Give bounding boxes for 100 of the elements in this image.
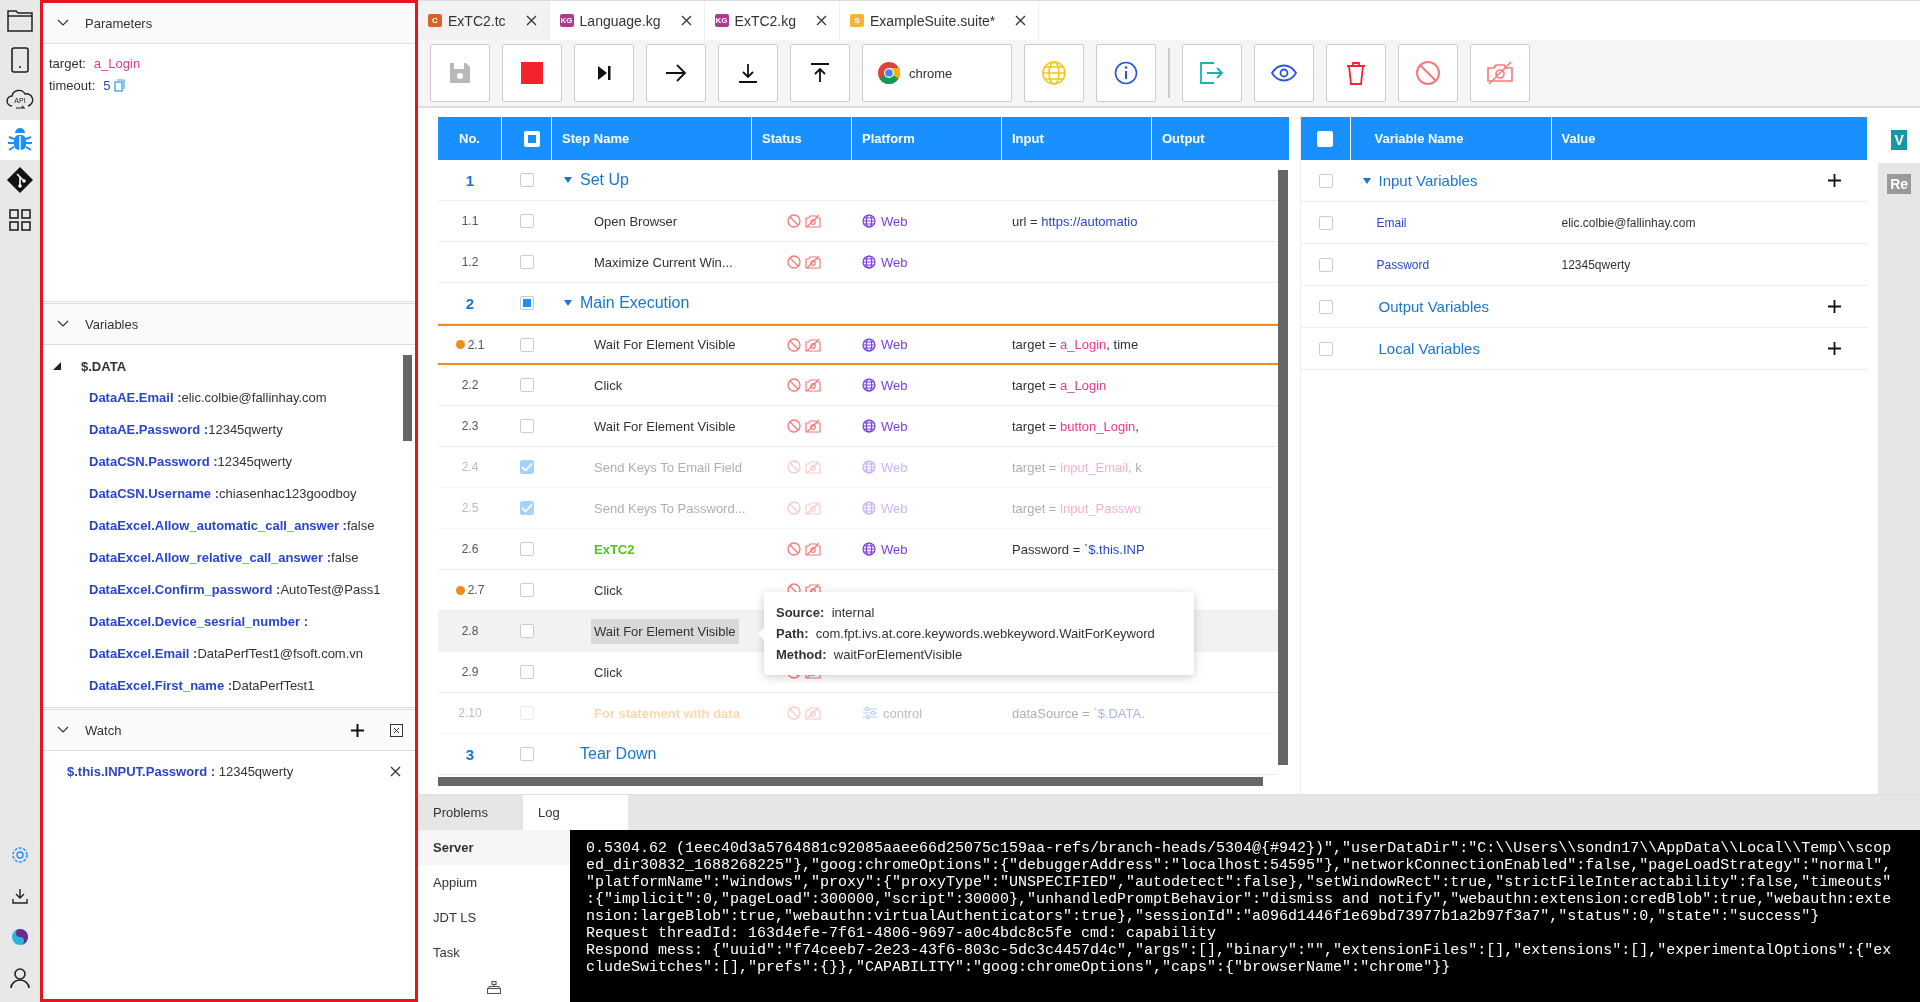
- folder-icon[interactable]: [7, 8, 33, 32]
- row-checkbox[interactable]: [520, 624, 534, 638]
- expanded-caret-icon[interactable]: [564, 300, 572, 306]
- git-icon[interactable]: [6, 166, 34, 194]
- chevron-down-icon[interactable]: [57, 726, 69, 734]
- ban-icon[interactable]: [787, 255, 801, 269]
- network-icon[interactable]: [487, 981, 501, 994]
- log-source-item[interactable]: Task: [418, 935, 570, 970]
- grid-icon[interactable]: [9, 209, 31, 231]
- breakpoint-dot[interactable]: [455, 340, 465, 349]
- step-name[interactable]: Click: [591, 372, 626, 398]
- step-name[interactable]: Wait For Element Visible: [591, 618, 739, 644]
- expanded-triangle-icon[interactable]: [53, 362, 61, 370]
- log-source-item[interactable]: Appium: [418, 865, 570, 900]
- chevron-down-icon[interactable]: [57, 19, 69, 27]
- add-icon[interactable]: [1828, 342, 1842, 355]
- close-icon[interactable]: [390, 765, 401, 777]
- camera-off-button[interactable]: [1470, 44, 1530, 102]
- step-name[interactable]: Click: [591, 577, 626, 603]
- globe-button[interactable]: [1024, 44, 1084, 102]
- log-source-item[interactable]: JDT LS: [418, 900, 570, 935]
- breakpoint-dot[interactable]: [455, 585, 465, 595]
- variable-group-title[interactable]: Local Variables: [1378, 340, 1480, 357]
- expanded-caret-icon[interactable]: [564, 177, 572, 183]
- row-checkbox[interactable]: [520, 173, 534, 187]
- stop-button[interactable]: [502, 44, 562, 102]
- close-all-icon[interactable]: [390, 723, 403, 737]
- step-name[interactable]: Wait For Element Visible: [591, 413, 739, 439]
- chevron-down-icon[interactable]: [57, 320, 69, 328]
- section-title[interactable]: Variables: [85, 316, 139, 332]
- group-title[interactable]: Main Execution: [580, 294, 690, 312]
- row-checkbox[interactable]: [520, 747, 534, 761]
- step-name[interactable]: Maximize Current Win...: [591, 249, 736, 275]
- scrollbar-thumb[interactable]: [403, 355, 412, 441]
- panel-tab[interactable]: Problems: [418, 795, 523, 830]
- panel-tab[interactable]: Log: [523, 795, 628, 830]
- step-into-button[interactable]: [718, 44, 778, 102]
- row-checkbox[interactable]: [520, 337, 534, 352]
- variable-name[interactable]: Password: [1376, 257, 1430, 272]
- logo-icon[interactable]: [11, 927, 29, 946]
- group-title[interactable]: Set Up: [580, 171, 629, 189]
- step-name[interactable]: Wait For Element Visible: [591, 332, 739, 357]
- editor-tab[interactable]: C ExTC2.tc: [418, 1, 550, 40]
- row-checkbox[interactable]: [1318, 299, 1333, 314]
- expanded-caret-icon[interactable]: [1362, 177, 1371, 184]
- group-title[interactable]: Tear Down: [580, 745, 657, 763]
- scrollbar-thumb[interactable]: [438, 777, 1263, 786]
- close-icon[interactable]: [816, 15, 827, 26]
- ban-button[interactable]: [1398, 44, 1458, 102]
- step-out-button[interactable]: [790, 44, 850, 102]
- close-icon[interactable]: [680, 15, 692, 26]
- next-button[interactable]: [646, 44, 706, 102]
- row-checkbox[interactable]: [520, 296, 534, 310]
- camera-off-icon[interactable]: [805, 255, 821, 269]
- browser-button[interactable]: chrome: [862, 44, 1012, 102]
- step-name[interactable]: Open Browser: [591, 208, 681, 234]
- account-icon[interactable]: [10, 966, 30, 989]
- row-checkbox[interactable]: [520, 583, 534, 597]
- variable-group-title[interactable]: Output Variables: [1378, 298, 1490, 315]
- step-button[interactable]: [574, 44, 634, 102]
- info-button[interactable]: [1096, 44, 1156, 102]
- download-icon[interactable]: [12, 887, 28, 904]
- camera-off-icon[interactable]: [805, 214, 821, 228]
- ban-icon[interactable]: [787, 542, 801, 556]
- row-checkbox[interactable]: [520, 665, 534, 679]
- section-title[interactable]: Watch: [85, 722, 122, 738]
- row-checkbox[interactable]: [520, 255, 534, 269]
- camera-off-icon[interactable]: [805, 337, 821, 352]
- row-checkbox[interactable]: [1318, 257, 1333, 272]
- bug-icon[interactable]: [7, 127, 33, 153]
- ban-icon[interactable]: [787, 214, 801, 228]
- variable-group[interactable]: $.DATA: [81, 358, 127, 374]
- variable-name[interactable]: Email: [1376, 215, 1407, 230]
- phone-icon[interactable]: [11, 47, 29, 73]
- camera-off-icon[interactable]: [805, 378, 821, 392]
- delete-button[interactable]: [1326, 44, 1386, 102]
- camera-off-icon[interactable]: [805, 542, 821, 556]
- row-checkbox[interactable]: [1318, 215, 1333, 230]
- scrollbar-thumb[interactable]: [1277, 170, 1288, 765]
- add-icon[interactable]: [351, 723, 364, 737]
- export-button[interactable]: [1182, 44, 1242, 102]
- row-checkbox[interactable]: [520, 214, 534, 228]
- step-name[interactable]: Click: [591, 659, 626, 685]
- section-title[interactable]: Parameters: [85, 15, 153, 31]
- close-icon[interactable]: [1015, 15, 1027, 26]
- select-all-checkbox[interactable]: [523, 130, 540, 147]
- ban-icon[interactable]: [787, 378, 801, 392]
- row-checkbox[interactable]: [1318, 173, 1333, 188]
- copy-icon[interactable]: [114, 78, 126, 92]
- select-all-checkbox[interactable]: [1317, 130, 1333, 147]
- ban-icon[interactable]: [787, 419, 801, 433]
- variable-group-title[interactable]: Input Variables: [1378, 172, 1478, 189]
- row-checkbox[interactable]: [520, 542, 534, 556]
- log-source-item[interactable]: Server: [418, 830, 570, 865]
- settings-icon[interactable]: [11, 845, 29, 864]
- side-tab[interactable]: V: [1891, 130, 1907, 150]
- add-icon[interactable]: [1828, 300, 1842, 313]
- row-checkbox[interactable]: [1318, 341, 1333, 356]
- row-checkbox[interactable]: [520, 378, 534, 392]
- camera-off-icon[interactable]: [805, 419, 821, 433]
